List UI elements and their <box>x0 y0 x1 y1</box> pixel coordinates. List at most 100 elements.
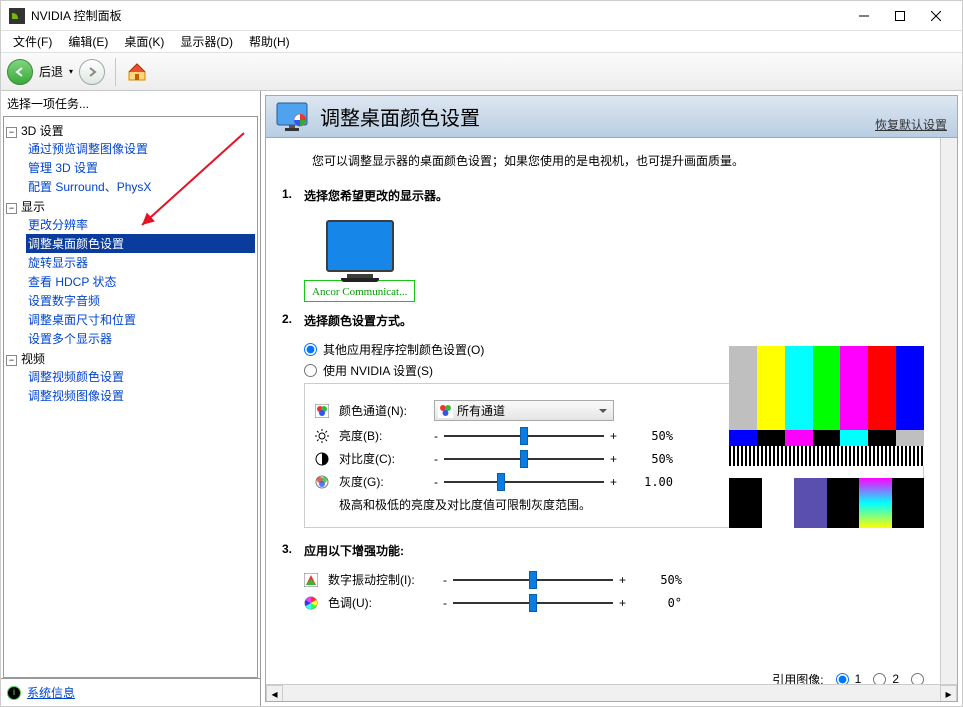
tree-group-display[interactable]: 显示 <box>21 200 45 214</box>
sidebar-item-multi[interactable]: 设置多个显示器 <box>26 329 255 348</box>
vibrance-icon <box>304 573 318 587</box>
channel-value: 所有通道 <box>457 402 505 419</box>
menu-display[interactable]: 显示器(D) <box>172 31 241 52</box>
page-header: 调整桌面颜色设置 恢复默认设置 <box>266 96 957 138</box>
radio-other-apps-label: 其他应用程序控制颜色设置(O) <box>323 341 484 358</box>
info-icon: i <box>7 686 21 700</box>
contrast-slider[interactable] <box>444 458 604 460</box>
menu-file[interactable]: 文件(F) <box>5 31 60 52</box>
header-monitor-icon <box>276 102 310 132</box>
section-3-header: 3. 应用以下增强功能: <box>282 542 924 559</box>
gamma-slider[interactable] <box>444 481 604 483</box>
scroll-left-button[interactable]: ◂ <box>266 685 283 702</box>
sec2-title: 选择颜色设置方式。 <box>304 312 412 329</box>
sidebar-item-size-pos[interactable]: 调整桌面尺寸和位置 <box>26 310 255 329</box>
restore-defaults-link[interactable]: 恢复默认设置 <box>875 116 947 133</box>
color-preview-panel <box>729 346 924 528</box>
intro-text: 您可以调整显示器的桌面颜色设置；如果您使用的是电视机，也可提升画面质量。 <box>312 152 924 169</box>
gamma-value: 1.00 <box>623 475 673 489</box>
close-button[interactable] <box>918 1 954 31</box>
toolbar-divider <box>115 58 116 86</box>
sidebar-item-physx[interactable]: 配置 Surround、PhysX <box>26 177 255 196</box>
radio-nvidia[interactable] <box>304 364 317 377</box>
channel-label: 颜色通道(N): <box>339 402 424 419</box>
sidebar-item-desktop-color[interactable]: 调整桌面颜色设置 <box>26 234 255 253</box>
brightness-slider[interactable] <box>444 435 604 437</box>
system-info-link[interactable]: 系统信息 <box>27 684 75 701</box>
sidebar-item-video-image[interactable]: 调整视频图像设置 <box>26 386 255 405</box>
contrast-value: 50% <box>623 452 673 466</box>
tree-group-3d[interactable]: 3D 设置 <box>21 124 64 138</box>
tree-group-video[interactable]: 视频 <box>21 352 45 366</box>
contrast-label: 对比度(C): <box>339 450 424 467</box>
minimize-button[interactable] <box>846 1 882 31</box>
menubar: 文件(F) 编辑(E) 桌面(K) 显示器(D) 帮助(H) <box>1 31 962 53</box>
back-button[interactable] <box>7 59 33 85</box>
menu-desktop[interactable]: 桌面(K) <box>116 31 172 52</box>
sidebar-item-manage3d[interactable]: 管理 3D 设置 <box>26 158 255 177</box>
sec1-title: 选择您希望更改的显示器。 <box>304 187 448 204</box>
sidebar-item-audio[interactable]: 设置数字音频 <box>26 291 255 310</box>
gamma-label: 灰度(G): <box>339 473 424 490</box>
sidebar-item-rotate[interactable]: 旋转显示器 <box>26 253 255 272</box>
channel-icon <box>315 404 329 418</box>
hue-value: 0° <box>632 596 682 610</box>
channel-dd-icon <box>438 403 453 418</box>
sidebar-item-hdcp[interactable]: 查看 HDCP 状态 <box>26 272 255 291</box>
vibrance-value: 50% <box>632 573 682 587</box>
home-icon[interactable] <box>126 61 148 83</box>
brightness-icon <box>315 429 329 443</box>
vibrance-label: 数字振动控制(I): <box>328 571 433 588</box>
monitor-icon <box>326 220 394 272</box>
forward-button[interactable] <box>79 59 105 85</box>
radio-other-apps[interactable] <box>304 343 317 356</box>
toolbar: 后退 ▾ <box>1 53 962 91</box>
section-1-header: 1. 选择您希望更改的显示器。 <box>282 187 924 204</box>
tree-toggle-icon[interactable]: − <box>6 127 17 138</box>
horizontal-scrollbar[interactable]: ◂ ▸ <box>266 684 957 701</box>
content: 选择一项任务... −3D 设置 通过预览调整图像设置 管理 3D 设置 配置 … <box>1 91 962 706</box>
nvidia-icon <box>9 8 25 24</box>
sec3-title: 应用以下增强功能: <box>304 542 404 559</box>
monitor-caption: Ancor Communicat... <box>312 286 407 298</box>
dropdown-icon[interactable]: ▾ <box>69 67 73 76</box>
ref-radio-3[interactable] <box>911 673 924 685</box>
brightness-value: 50% <box>623 429 673 443</box>
channel-dropdown[interactable]: 所有通道 <box>434 400 614 421</box>
menu-help[interactable]: 帮助(H) <box>241 31 298 52</box>
hue-label: 色调(U): <box>328 594 433 611</box>
hue-icon <box>304 596 318 610</box>
vibrance-slider[interactable] <box>453 579 613 581</box>
contrast-icon <box>315 452 329 466</box>
brightness-label: 亮度(B): <box>339 427 424 444</box>
radio-nvidia-label: 使用 NVIDIA 设置(S) <box>323 362 433 379</box>
sidebar-item-preview[interactable]: 通过预览调整图像设置 <box>26 139 255 158</box>
task-tree[interactable]: −3D 设置 通过预览调整图像设置 管理 3D 设置 配置 Surround、P… <box>3 116 258 678</box>
tree-toggle-icon[interactable]: − <box>6 355 17 366</box>
ref-radio-2[interactable] <box>873 673 886 685</box>
page-title: 调整桌面颜色设置 <box>320 102 480 131</box>
sec1-num: 1. <box>282 187 304 201</box>
sidebar: 选择一项任务... −3D 设置 通过预览调整图像设置 管理 3D 设置 配置 … <box>1 91 261 706</box>
sidebar-item-resolution[interactable]: 更改分辨率 <box>26 215 255 234</box>
hue-slider[interactable] <box>453 602 613 604</box>
section-2-header: 2. 选择颜色设置方式。 <box>282 312 924 329</box>
tree-toggle-icon[interactable]: − <box>6 203 17 214</box>
vertical-scrollbar[interactable] <box>940 138 957 684</box>
reference-image-row: 引用图像: 1 2 <box>772 668 924 684</box>
sidebar-item-video-color[interactable]: 调整视频颜色设置 <box>26 367 255 386</box>
menu-edit[interactable]: 编辑(E) <box>60 31 116 52</box>
maximize-button[interactable] <box>882 1 918 31</box>
page-body: 您可以调整显示器的桌面颜色设置；如果您使用的是电视机，也可提升画面质量。 1. … <box>266 138 940 684</box>
titlebar: NVIDIA 控制面板 <box>1 1 962 31</box>
sidebar-task-title: 选择一项任务... <box>1 91 260 116</box>
gamma-icon <box>315 475 329 489</box>
back-label: 后退 <box>39 63 63 80</box>
scroll-right-button[interactable]: ▸ <box>940 685 957 702</box>
ref-radio-1[interactable] <box>836 673 849 685</box>
system-info-bar: i 系统信息 <box>1 678 260 706</box>
main-panel: 调整桌面颜色设置 恢复默认设置 您可以调整显示器的桌面颜色设置；如果您使用的是电… <box>261 91 962 706</box>
window-title: NVIDIA 控制面板 <box>31 7 846 24</box>
main-inner: 调整桌面颜色设置 恢复默认设置 您可以调整显示器的桌面颜色设置；如果您使用的是电… <box>265 95 958 702</box>
monitor-selection[interactable]: Ancor Communicat... <box>304 280 415 302</box>
